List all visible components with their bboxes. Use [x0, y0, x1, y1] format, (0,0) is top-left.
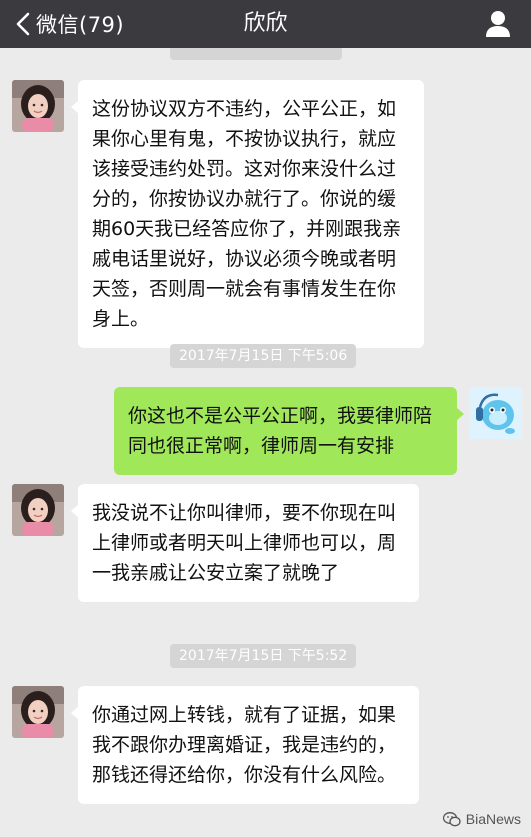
back-button[interactable]: 微信(79): [16, 0, 124, 48]
back-label: 微信(79): [36, 13, 125, 37]
message-text: 我没说不让你叫律师，要不你现在叫上律师或者明天叫上律师也可以，周一我亲戚让公安立…: [92, 502, 397, 584]
chevron-left-icon: [16, 12, 30, 36]
contact-avatar[interactable]: [12, 484, 64, 536]
message-bubble: 我没说不让你叫律师，要不你现在叫上律师或者明天叫上律师也可以，周一我亲戚让公安立…: [71, 484, 419, 602]
message-text: 你这也不是公平公正啊，我要律师陪同也很正常啊，律师周一有安排: [128, 405, 433, 457]
profile-button[interactable]: [485, 10, 511, 38]
person-icon: [486, 11, 510, 37]
timestamp: 2017年7月15日 下午5:06: [170, 344, 357, 368]
message-text: 你通过网上转钱，就有了证据，如果我不跟你办理离婚证，我是违约的，那钱还得还给你，…: [92, 704, 397, 786]
timestamp: 2017年7月15日 下午5:52: [170, 644, 357, 668]
message-bubble: 你通过网上转钱，就有了证据，如果我不跟你办理离婚证，我是违约的，那钱还得还给你，…: [71, 686, 419, 804]
contact-avatar[interactable]: [12, 686, 64, 738]
nav-bar: 微信(79) 欣欣: [0, 0, 531, 48]
message-bubble: 这份协议双方不违约，公平公正，如果你心里有鬼，不按协议执行，就应该接受违约处罚。…: [71, 80, 424, 348]
message-bubble: 你这也不是公平公正啊，我要律师陪同也很正常啊，律师周一有安排: [114, 387, 464, 475]
wechat-logo-icon: [442, 811, 461, 826]
my-avatar[interactable]: [470, 387, 522, 439]
contact-avatar[interactable]: [12, 80, 64, 132]
message-text: 这份协议双方不违约，公平公正，如果你心里有鬼，不按协议执行，就应该接受违约处罚。…: [92, 98, 402, 330]
watermark: BiaNews: [442, 811, 521, 827]
watermark-text: BiaNews: [465, 811, 521, 827]
